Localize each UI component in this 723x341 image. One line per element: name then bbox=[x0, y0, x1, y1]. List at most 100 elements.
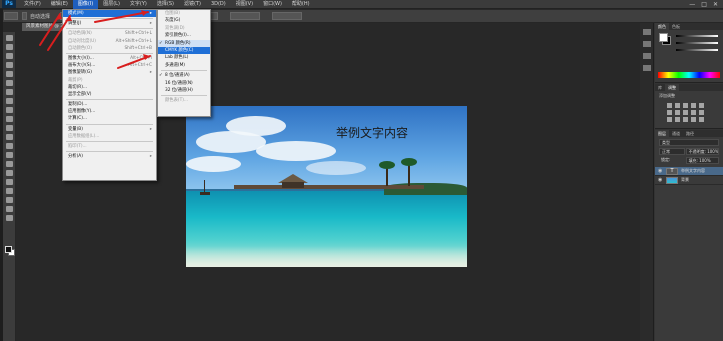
selective-color-icon[interactable] bbox=[691, 117, 696, 122]
history-panel-icon[interactable] bbox=[642, 29, 651, 35]
edit-toolbar-icon[interactable] bbox=[5, 215, 13, 221]
green-slider[interactable] bbox=[676, 42, 718, 44]
distribute-icons[interactable] bbox=[230, 12, 261, 20]
blue-slider[interactable] bbox=[676, 49, 718, 51]
paragraph-panel-icon[interactable] bbox=[642, 65, 651, 71]
zoom-tool-icon[interactable] bbox=[5, 206, 13, 212]
exposure-icon[interactable] bbox=[691, 103, 696, 108]
menu-item-calculations[interactable]: 计算(C)... bbox=[63, 115, 156, 122]
red-slider[interactable] bbox=[676, 35, 718, 37]
visibility-eye-icon[interactable]: ◉ bbox=[658, 177, 663, 183]
healing-brush-tool-icon[interactable] bbox=[5, 89, 13, 95]
tab-adjustments[interactable]: 调整 bbox=[665, 84, 679, 91]
brightness-icon[interactable] bbox=[667, 103, 672, 108]
layer-kind-filter[interactable]: 类型 bbox=[659, 139, 719, 146]
menu-item-trap[interactable]: 陷印(T)... bbox=[63, 143, 156, 150]
photo-filter-icon[interactable] bbox=[691, 110, 696, 115]
mode-item-grayscale[interactable]: 灰度(G) bbox=[158, 17, 210, 24]
character-panel-icon[interactable] bbox=[642, 53, 651, 59]
foreground-color-swatch[interactable] bbox=[5, 246, 12, 253]
mode-item-lab-color[interactable]: Lab 颜色(L) bbox=[158, 54, 210, 61]
black-white-icon[interactable] bbox=[683, 110, 688, 115]
pen-tool-icon[interactable] bbox=[5, 161, 13, 167]
menu-item-auto-color[interactable]: 自动颜色(O) Shift+Ctrl+B bbox=[63, 45, 156, 52]
auto-select-checkbox[interactable] bbox=[22, 12, 27, 20]
menu-3d[interactable]: 3D(D) bbox=[206, 0, 231, 9]
tab-layers[interactable]: 图层 bbox=[655, 130, 669, 137]
canvas-text-layer[interactable]: 举例文字内容 bbox=[336, 124, 408, 141]
menu-window[interactable]: 窗口(W) bbox=[258, 0, 287, 9]
tab-swatches[interactable]: 色板 bbox=[669, 23, 683, 30]
move-tool-icon[interactable] bbox=[5, 35, 13, 41]
blend-mode-select[interactable]: 正常 bbox=[659, 148, 685, 155]
quick-select-tool-icon[interactable] bbox=[5, 62, 13, 68]
tab-channels[interactable]: 通道 bbox=[669, 130, 683, 137]
menu-item-reveal-all[interactable]: 显示全部(V) bbox=[63, 91, 156, 98]
history-brush-tool-icon[interactable] bbox=[5, 116, 13, 122]
layer-row-text[interactable]: ◉ T 举例文字内容 bbox=[655, 167, 723, 176]
dodge-tool-icon[interactable] bbox=[5, 152, 13, 158]
mode-item-8-bit[interactable]: ✓ 8 位/通道(A) bbox=[158, 72, 210, 79]
tab-paths[interactable]: 路径 bbox=[683, 130, 697, 137]
maximize-button[interactable]: □ bbox=[701, 1, 707, 8]
brush-tool-icon[interactable] bbox=[5, 98, 13, 104]
menu-item-canvas-size[interactable]: 画布大小(S)... Alt+Ctrl+C bbox=[63, 62, 156, 69]
mode-item-16-bit[interactable]: 16 位/通道(N) bbox=[158, 80, 210, 87]
mode-item-multichannel[interactable]: 多通道(M) bbox=[158, 62, 210, 69]
menu-filter[interactable]: 滤镜(T) bbox=[179, 0, 206, 9]
menu-item-duplicate[interactable]: 复制(D)... bbox=[63, 101, 156, 108]
posterize-icon[interactable] bbox=[675, 117, 680, 122]
visibility-eye-icon[interactable]: ◉ bbox=[658, 168, 663, 174]
menu-item-analysis[interactable]: 分析(A) ▸ bbox=[63, 153, 156, 160]
properties-panel-icon[interactable] bbox=[642, 41, 651, 47]
color-balance-icon[interactable] bbox=[675, 110, 680, 115]
vibrance-icon[interactable] bbox=[699, 103, 704, 108]
hand-tool-icon[interactable] bbox=[5, 197, 13, 203]
move-tool-preset-button[interactable] bbox=[4, 12, 18, 20]
hue-saturation-icon[interactable] bbox=[667, 110, 672, 115]
clone-stamp-tool-icon[interactable] bbox=[5, 107, 13, 113]
mode-item-32-bit[interactable]: 32 位/通道(H) bbox=[158, 87, 210, 94]
menu-item-apply-image[interactable]: 应用图像(Y)... bbox=[63, 108, 156, 115]
document-image[interactable]: 举例文字内容 bbox=[186, 106, 467, 267]
menu-type[interactable]: 文字(Y) bbox=[125, 0, 152, 9]
crop-tool-icon[interactable] bbox=[5, 71, 13, 77]
channel-mixer-icon[interactable] bbox=[699, 110, 704, 115]
menu-item-adjustments[interactable]: 调整(J) ▸ bbox=[63, 20, 156, 27]
menu-layer[interactable]: 图层(L) bbox=[98, 0, 125, 9]
opacity-field[interactable]: 不透明度: 100% bbox=[685, 148, 719, 155]
menu-image[interactable]: 图像(I) bbox=[72, 0, 99, 9]
mode-item-bitmap[interactable]: 位图(B) bbox=[158, 10, 210, 17]
eraser-tool-icon[interactable] bbox=[5, 125, 13, 131]
menu-item-auto-contrast[interactable]: 自动对比度(U) Alt+Shift+Ctrl+L bbox=[63, 38, 156, 45]
shape-tool-icon[interactable] bbox=[5, 188, 13, 194]
menu-item-image-rotation[interactable]: 图像旋转(G) ▸ bbox=[63, 69, 156, 76]
blur-tool-icon[interactable] bbox=[5, 143, 13, 149]
curves-icon[interactable] bbox=[683, 103, 688, 108]
gradient-tool-icon[interactable] bbox=[5, 134, 13, 140]
close-button[interactable]: ✕ bbox=[713, 1, 718, 8]
mode-item-cmyk-color[interactable]: CMYK 颜色(C) bbox=[158, 46, 210, 55]
levels-icon[interactable] bbox=[675, 103, 680, 108]
menu-item-mode[interactable]: 模式(M) ▸ bbox=[63, 10, 156, 18]
threshold-icon[interactable] bbox=[683, 117, 688, 122]
menu-item-variables[interactable]: 变量(B) ▸ bbox=[63, 126, 156, 133]
layer-row-background[interactable]: ◉ 背景 bbox=[655, 176, 723, 185]
marquee-tool-icon[interactable] bbox=[5, 44, 13, 50]
menu-file[interactable]: 文件(F) bbox=[19, 0, 46, 9]
menu-item-trim[interactable]: 裁切(R)... bbox=[63, 84, 156, 91]
menu-item-crop[interactable]: 裁剪(P) bbox=[63, 77, 156, 84]
eyedropper-tool-icon[interactable] bbox=[5, 80, 13, 86]
color-spectrum-bar[interactable] bbox=[658, 72, 720, 78]
menu-help[interactable]: 帮助(H) bbox=[287, 0, 315, 9]
invert-icon[interactable] bbox=[667, 117, 672, 122]
gradient-map-icon[interactable] bbox=[699, 117, 704, 122]
menu-edit[interactable]: 编辑(E) bbox=[46, 0, 73, 9]
mode-item-indexed-color[interactable]: 索引颜色(I)... bbox=[158, 32, 210, 39]
menu-item-image-size[interactable]: 图像大小(I)... Alt+Ctrl+I bbox=[63, 55, 156, 62]
menu-item-apply-data-set[interactable]: 应用数据组(L)... bbox=[63, 133, 156, 140]
type-tool-icon[interactable] bbox=[5, 170, 13, 176]
menu-item-auto-tone[interactable]: 自动色调(N) Shift+Ctrl+L bbox=[63, 30, 156, 37]
path-select-tool-icon[interactable] bbox=[5, 179, 13, 185]
mode-item-rgb-color[interactable]: ✓ RGB 颜色(R) bbox=[158, 39, 210, 47]
